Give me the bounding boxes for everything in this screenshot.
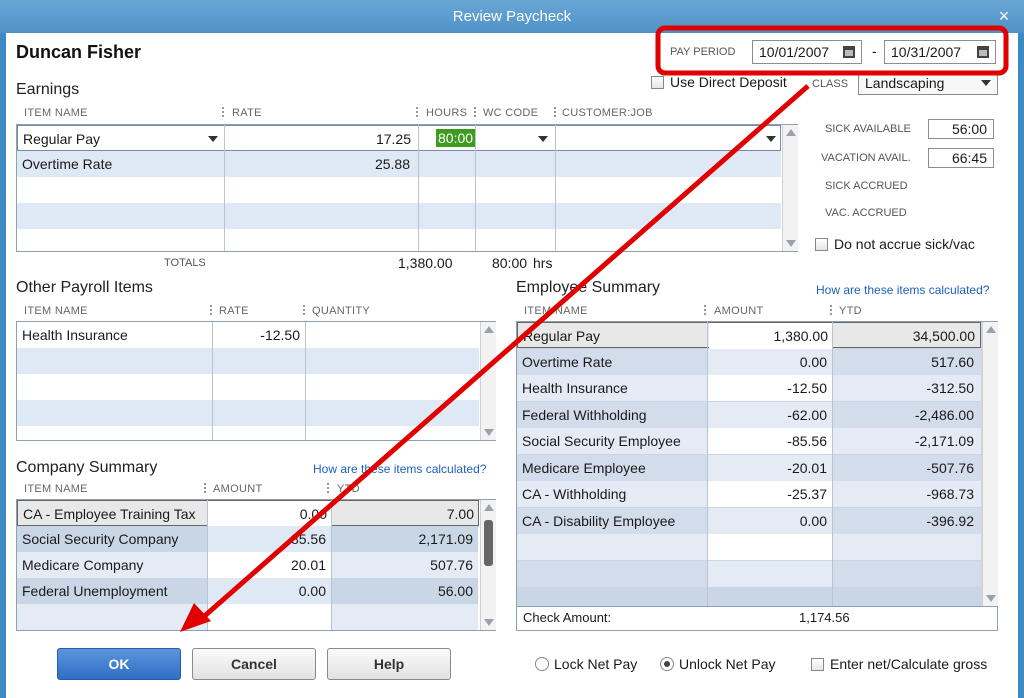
annotation-arrow-line xyxy=(198,84,810,622)
annotation-overlay xyxy=(180,25,1009,632)
annotation-arrowhead xyxy=(180,603,211,632)
pay-period-highlight-box xyxy=(655,25,1009,76)
review-paycheck-window: Review Paycheck × Duncan Fisher PAY PERI… xyxy=(0,0,1024,698)
